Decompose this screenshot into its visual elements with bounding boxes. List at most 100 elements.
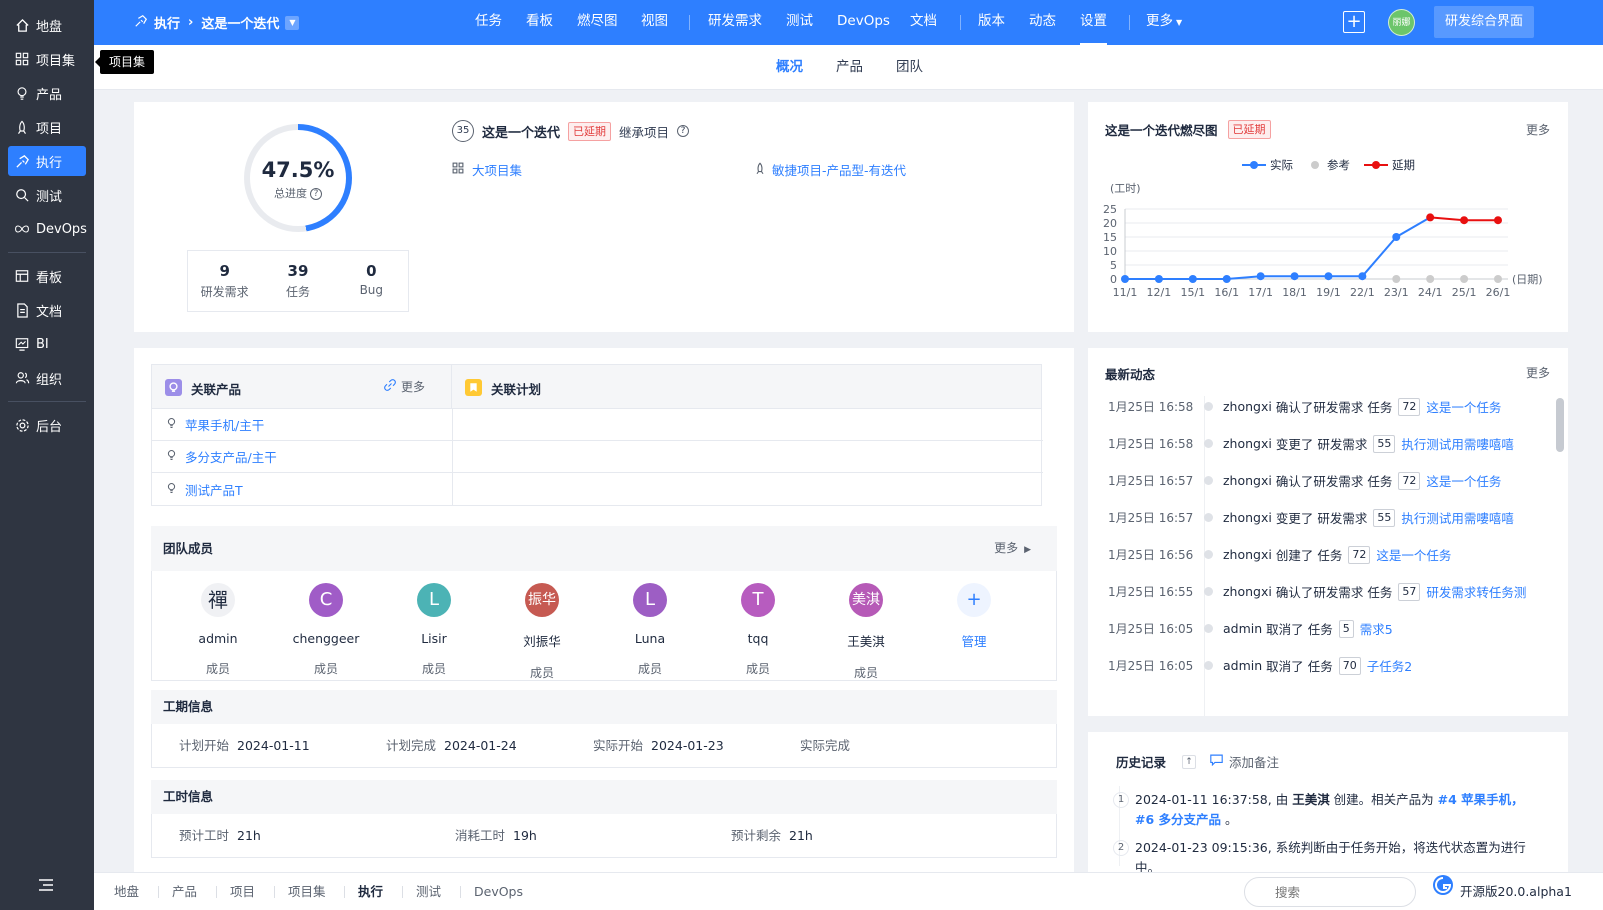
nav-kanban[interactable]: 看板 [526, 0, 553, 45]
activity-row: 1月25日 16:58 zhongxi 变更了 研发需求 55 执行测试用需嘍嘻嘻 [1108, 425, 1514, 462]
activity-id: 70 [1338, 656, 1361, 675]
sidebar-item-dashboard[interactable]: 地盘 [8, 10, 86, 40]
nav-dynamic[interactable]: 动态 [1029, 0, 1056, 45]
nav-view[interactable]: 视图 [641, 0, 668, 45]
sidebar-item-product[interactable]: 产品 [8, 78, 86, 108]
activity-action: 变更了 [1275, 437, 1314, 452]
scrollbar-thumb[interactable] [1556, 398, 1564, 452]
team-member[interactable]: Cchenggeer 成员 [286, 583, 366, 677]
bottom-nav-dashboard[interactable]: 地盘 [114, 873, 139, 910]
sidebar-item-devops[interactable]: DevOps [8, 214, 87, 244]
activity-id: 72 [1398, 471, 1421, 490]
team-members: 禪 admin 成员 Cchenggeer 成员 L Lisir 成员 振华 刘振华 成员 L… [151, 571, 1057, 681]
sidebar-item-doc[interactable]: 文档 [8, 295, 86, 325]
team-member[interactable]: L Lisir 成员 [394, 583, 474, 677]
sidebar-item-admin[interactable]: 后台 [8, 410, 86, 440]
program-link[interactable]: 大项目集 [472, 160, 522, 179]
burndown-more-link[interactable]: 更多 [1526, 121, 1550, 138]
tab-team[interactable]: 团队 [896, 45, 923, 90]
nav-task[interactable]: 任务 [475, 0, 502, 45]
chevron-right-icon: › [188, 15, 194, 30]
tooltip: 项目集 [94, 50, 155, 74]
avatar: L [633, 583, 667, 617]
activity-target-link[interactable]: 需求5 [1360, 619, 1393, 638]
search-input[interactable] [1244, 877, 1416, 907]
help-icon[interactable]: ? [310, 188, 322, 200]
chevron-down-icon[interactable]: ▼ [285, 15, 300, 30]
activity-target-link[interactable]: 子任务2 [1367, 656, 1412, 675]
bottom-nav-project[interactable]: 项目 [230, 873, 255, 910]
activity-target-link[interactable]: 这是一个任务 [1376, 545, 1451, 564]
legend-marker-delay [1364, 161, 1388, 169]
bottom-nav-devops[interactable]: DevOps [474, 873, 523, 910]
product-link[interactable]: 苹果手机/主干 [185, 415, 264, 434]
sort-up-icon[interactable]: ↑ [1182, 754, 1197, 769]
activity-target-link[interactable]: 研发需求转任务测 [1426, 582, 1526, 601]
rd-interface-button[interactable]: 研发综合界面 [1434, 6, 1534, 38]
manage-team-button[interactable]: + 管理 [934, 583, 1014, 650]
sidebar-item-label: 文档 [36, 304, 63, 320]
activity-target-link[interactable]: 这是一个任务 [1426, 471, 1501, 490]
consumed-hours: 消耗工时 19h [455, 814, 537, 858]
menu-toggle-icon[interactable] [38, 878, 54, 896]
x-tick-label: 24/1 [1418, 286, 1443, 299]
user-avatar[interactable]: 丽娜 [1388, 9, 1415, 36]
activity-target-link[interactable]: 执行测试用需嘍嘻嘻 [1401, 508, 1514, 527]
activity-type: 任务 [1367, 474, 1393, 489]
add-button[interactable]: + [1343, 11, 1365, 33]
sidebar-item-org[interactable]: 组织 [8, 363, 86, 393]
sidebar-item-project[interactable]: 项目 [8, 112, 86, 142]
nav-test[interactable]: 测试 [786, 0, 813, 45]
team-member[interactable]: L Luna 成员 [610, 583, 690, 677]
sidebar-item-kanban[interactable]: 看板 [8, 261, 86, 291]
product-link[interactable]: 多分支产品/主干 [185, 447, 277, 466]
nav-devops[interactable]: DevOps [837, 0, 890, 45]
activity-target-link[interactable]: 这是一个任务 [1426, 397, 1501, 416]
bottom-nav-product[interactable]: 产品 [172, 873, 197, 910]
product-link[interactable]: 测试产品T [185, 480, 243, 499]
activity-more-link[interactable]: 更多 [1526, 364, 1550, 381]
help-icon[interactable]: ? [677, 125, 690, 137]
project-link[interactable]: 敏捷项目-产品型-有迭代 [772, 160, 906, 179]
stat-stories[interactable]: 9 研发需求 [188, 251, 261, 311]
activity-time: 1月25日 16:05 [1108, 659, 1194, 673]
nav-settings[interactable]: 设置 [1080, 0, 1107, 45]
activity-target-link[interactable]: 执行测试用需嘍嘻嘻 [1401, 434, 1514, 453]
breadcrumb-current[interactable]: 这是一个迭代 [201, 13, 279, 32]
sidebar-item-execution[interactable]: 执行 [8, 146, 86, 176]
sidebar-item-program[interactable]: 项目集 [8, 44, 86, 74]
legend-label: 延期 [1392, 158, 1415, 172]
team-head: 团队成员 更多 ▶ [151, 526, 1057, 571]
plus-icon: + [957, 583, 991, 617]
related-products-more[interactable]: 更多 [384, 378, 425, 395]
nav-story[interactable]: 研发需求 [708, 0, 762, 45]
nav-build[interactable]: 版本 [978, 0, 1005, 45]
version-info[interactable]: 开源版20.0.alpha1 [1432, 873, 1572, 910]
activity-id: 72 [1348, 545, 1371, 564]
main-nav: 任务 看板 燃尽图 视图 研发需求 测试 DevOps 文档 版本 动态 设置 … [94, 0, 1603, 45]
bottom-nav-program[interactable]: 项目集 [288, 873, 326, 910]
team-member[interactable]: 振华 刘振华 成员 [502, 583, 582, 681]
team-member[interactable]: 美淇 王美淇 成员 [826, 583, 906, 681]
sidebar-item-label: DevOps [36, 221, 87, 237]
nav-doc[interactable]: 文档 [910, 0, 937, 45]
bottom-divider [274, 886, 275, 898]
stat-bugs[interactable]: 0 Bug [335, 251, 408, 311]
nav-more[interactable]: 更多 ▼ [1146, 0, 1182, 45]
sidebar-item-test[interactable]: 测试 [8, 180, 86, 210]
nav-burndown[interactable]: 燃尽图 [577, 0, 618, 45]
tab-product[interactable]: 产品 [836, 45, 863, 90]
y-tick-label: 10 [1103, 245, 1117, 258]
breadcrumb-section[interactable]: 执行 [154, 13, 180, 32]
tab-overview[interactable]: 概况 [776, 45, 803, 90]
manage-label: 管理 [961, 634, 987, 649]
bottom-nav-execution[interactable]: 执行 [358, 873, 383, 910]
sidebar-item-bi[interactable]: BI [8, 329, 86, 359]
team-more[interactable]: 更多 ▶ [994, 526, 1031, 573]
bottom-nav-test[interactable]: 测试 [416, 873, 441, 910]
stat-tasks[interactable]: 39 任务 [261, 251, 334, 311]
add-note-button[interactable]: 添加备注 [1210, 752, 1279, 771]
team-member[interactable]: 禪 admin 成员 [178, 583, 258, 677]
team-member[interactable]: Ttqq 成员 [718, 583, 798, 677]
member-role: 成员 [205, 662, 230, 676]
